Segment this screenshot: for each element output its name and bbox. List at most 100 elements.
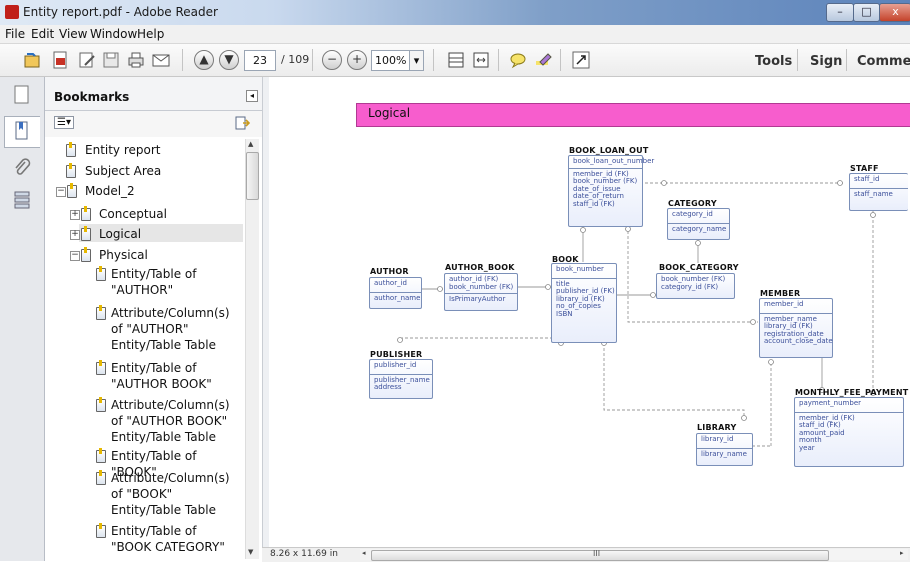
page-total: / 109: [281, 53, 310, 66]
menu-help[interactable]: Help: [137, 27, 164, 41]
bookmark-label: Conceptual: [99, 207, 167, 221]
attribute: author_name: [374, 293, 421, 302]
scroll-grip: III: [593, 549, 601, 558]
bookmark-icon: [67, 183, 77, 198]
zoom-dropdown-button[interactable]: ▾: [409, 50, 424, 71]
minimize-button[interactable]: –: [826, 3, 854, 22]
page-size-label: 8.26 x 11.69 in: [270, 549, 338, 559]
menu-edit[interactable]: Edit: [31, 27, 54, 41]
create-pdf-icon[interactable]: [50, 50, 70, 70]
expand-toggle[interactable]: +: [70, 230, 80, 240]
collapse-toggle[interactable]: −: [56, 187, 66, 197]
key-attribute: staff_id: [854, 175, 880, 183]
bookmark-label: Logical: [99, 227, 142, 241]
sticky-note-icon[interactable]: [508, 50, 528, 70]
separator: [182, 49, 183, 71]
page-number-input[interactable]: 23: [244, 50, 276, 71]
entity-book-loan-out-title: BOOK_LOAN_OUT: [569, 146, 649, 155]
zoom-out-button[interactable]: −: [322, 50, 342, 70]
bookmark-label: Model_2: [85, 184, 135, 198]
entity-book-category-title: BOOK_CATEGORY: [659, 263, 739, 272]
key-attribute: member_id: [764, 300, 804, 308]
collapse-toggle[interactable]: −: [70, 251, 80, 261]
print-icon[interactable]: [126, 50, 146, 70]
adobe-reader-icon: [5, 5, 19, 19]
key-attribute: book_number (FK): [449, 282, 514, 291]
fit-page-icon[interactable]: [446, 50, 466, 70]
bookmarks-icon[interactable]: [11, 120, 33, 142]
expand-icon[interactable]: [571, 50, 591, 70]
entity-category: category_id category_name: [667, 208, 730, 240]
entity-monthly-fee-payment: payment_number member_id (FK) staff_id (…: [794, 397, 904, 467]
maximize-button[interactable]: □: [853, 3, 880, 22]
menu-file[interactable]: File: [5, 27, 25, 41]
key-attribute: book_loan_out_number: [573, 157, 655, 165]
bookmarks-scrollbar[interactable]: [245, 139, 259, 559]
bookmark-icon: [96, 523, 106, 538]
scroll-down-arrow[interactable]: ▼: [248, 548, 253, 556]
email-icon[interactable]: [151, 50, 171, 70]
key-attribute: library_id: [701, 435, 734, 443]
layers-icon[interactable]: [11, 189, 33, 211]
bookmark-label: Subject Area: [85, 164, 162, 178]
separator: [846, 49, 847, 71]
entity-author-book-title: AUTHOR_BOOK: [445, 263, 515, 272]
next-page-button[interactable]: ▼: [219, 50, 239, 70]
entity-author: author_id author_name: [369, 277, 422, 309]
attribute: category_name: [672, 224, 727, 233]
attribute: staff_name: [854, 189, 893, 198]
bookmark-icon: [66, 142, 76, 157]
previous-page-button[interactable]: ▲: [194, 50, 214, 70]
bookmarks-scroll-thumb[interactable]: [246, 152, 259, 200]
scroll-right-arrow[interactable]: ▸: [900, 549, 904, 557]
entity-author-title: AUTHOR: [370, 267, 409, 276]
entity-publisher-title: PUBLISHER: [370, 350, 423, 359]
open-file-icon[interactable]: [22, 50, 42, 70]
attribute: ISBN: [556, 309, 573, 318]
bookmark-label: Attribute/Column(s) of "BOOK" Entity/Tab…: [111, 471, 230, 517]
window-title: Entity report.pdf - Adobe Reader: [23, 5, 218, 19]
menu-window[interactable]: Window: [90, 27, 137, 41]
entity-author-book: author_id (FK) book_number (FK) IsPrimar…: [444, 273, 518, 311]
attachments-icon[interactable]: [11, 157, 33, 179]
expand-bookmark-icon[interactable]: [234, 115, 250, 131]
save-icon[interactable]: [101, 50, 121, 70]
page-thumbnails-icon[interactable]: [11, 84, 33, 106]
attribute: address: [374, 383, 402, 391]
zoom-input[interactable]: 100%: [371, 50, 410, 71]
comment-pane-button[interactable]: Comment: [857, 54, 910, 69]
scroll-up-arrow[interactable]: ▲: [248, 140, 253, 148]
bookmark-icon: [96, 448, 106, 463]
key-attribute: category_id (FK): [661, 282, 719, 291]
bookmark-label: Physical: [99, 248, 148, 262]
bookmark-icon: [96, 305, 106, 320]
collapse-panel-button[interactable]: ◂: [246, 90, 258, 102]
key-attribute: publisher_id: [374, 361, 417, 369]
entity-category-title: CATEGORY: [668, 199, 717, 208]
bookmark-icon: [96, 397, 106, 412]
fit-width-icon[interactable]: [471, 50, 491, 70]
key-attribute: payment_number: [799, 399, 862, 407]
close-button[interactable]: x: [879, 3, 910, 22]
key-attribute: author_id: [374, 279, 407, 287]
bookmark-label: Entity/Table of "AUTHOR": [111, 267, 197, 297]
bookmark-options-button[interactable]: ☰▾: [54, 116, 74, 129]
section-banner: [356, 103, 910, 127]
sign-pane-button[interactable]: Sign: [810, 54, 842, 69]
highlight-icon[interactable]: [533, 50, 553, 70]
entity-book: book_number title publisher_id (FK) libr…: [551, 263, 617, 343]
entity-library: library_id library_name: [696, 433, 753, 466]
entity-member: member_id member_name library_id (FK) re…: [759, 298, 833, 358]
separator: [498, 49, 499, 71]
bookmark-icon: [81, 247, 91, 262]
entity-book-loan-out: book_loan_out_number member_id (FK) book…: [568, 155, 655, 227]
menu-view[interactable]: View: [59, 27, 87, 41]
entity-library-title: LIBRARY: [697, 423, 737, 432]
zoom-in-button[interactable]: +: [347, 50, 367, 70]
separator: [433, 49, 434, 71]
tools-pane-button[interactable]: Tools: [755, 54, 792, 69]
edit-icon[interactable]: [77, 50, 97, 70]
scroll-left-arrow[interactable]: ◂: [362, 549, 366, 557]
expand-toggle[interactable]: +: [70, 210, 80, 220]
bookmarks-title: Bookmarks: [54, 90, 130, 104]
